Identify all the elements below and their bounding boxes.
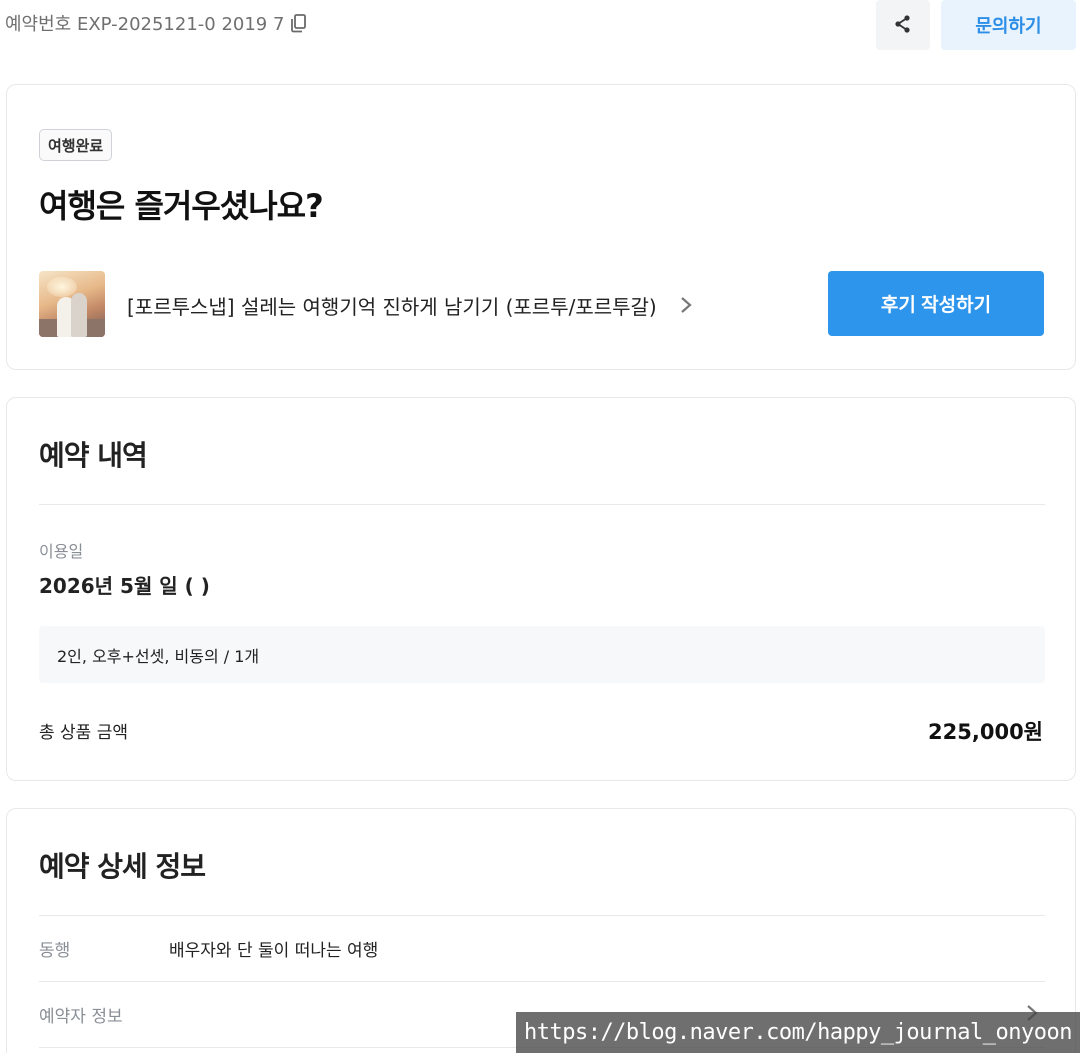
share-icon bbox=[893, 14, 913, 37]
detail-label: 예약자 정보 bbox=[39, 1006, 123, 1027]
chevron-right-icon bbox=[679, 295, 693, 315]
booking-detail-title: 예약 상세 정보 bbox=[39, 850, 206, 883]
date-label: 이용일 bbox=[39, 542, 84, 561]
write-review-button[interactable]: 후기 작성하기 bbox=[828, 271, 1044, 336]
total-label: 총 상품 금액 bbox=[39, 723, 129, 743]
date-value: 2026년 5월 일 ( ) bbox=[39, 574, 210, 598]
option-text: 2인, 오후+선셋, 비동의 / 1개 bbox=[57, 646, 260, 666]
product-link[interactable]: [포르투스냅] 설레는 여행기억 진하게 남기기 (포르투/포르투갈) bbox=[127, 285, 693, 325]
total-value: 225,000원 bbox=[928, 720, 1043, 744]
copy-icon[interactable] bbox=[290, 13, 308, 33]
product-title: [포르투스냅] 설레는 여행기억 진하게 남기기 (포르투/포르투갈) bbox=[127, 294, 657, 319]
share-button[interactable] bbox=[876, 0, 930, 50]
trip-headline: 여행은 즐거우셨나요? bbox=[39, 187, 324, 225]
detail-label: 동행 bbox=[39, 940, 71, 961]
booking-number-text: 예약번호 EXP-2025121-0 2019 7 bbox=[5, 14, 285, 35]
option-summary: 2인, 오후+선셋, 비동의 / 1개 bbox=[39, 626, 1045, 683]
status-badge: 여행완료 bbox=[39, 129, 113, 161]
booking-number: 예약번호 EXP-2025121-0 2019 7 bbox=[5, 10, 308, 36]
product-thumbnail[interactable] bbox=[39, 271, 105, 337]
booking-summary-card: 예약 내역 이용일 2026년 5월 일 ( ) 2인, 오후+선셋, 비동의 … bbox=[6, 397, 1076, 781]
divider bbox=[39, 504, 1045, 505]
detail-row-companion: 동행 배우자와 단 둘이 떠나는 여행 bbox=[39, 915, 1045, 981]
booking-summary-title: 예약 내역 bbox=[39, 439, 148, 472]
trip-complete-card: 여행완료 여행은 즐거우셨나요? [포르투스냅] 설레는 여행기억 진하게 남기… bbox=[6, 84, 1076, 370]
top-bar: 예약번호 EXP-2025121-0 2019 7 문의하기 bbox=[0, 0, 1080, 52]
watermark: https://blog.naver.com/happy_journal_ony… bbox=[516, 1012, 1080, 1053]
inquiry-button[interactable]: 문의하기 bbox=[941, 0, 1076, 50]
detail-value: 배우자와 단 둘이 떠나는 여행 bbox=[169, 940, 379, 961]
